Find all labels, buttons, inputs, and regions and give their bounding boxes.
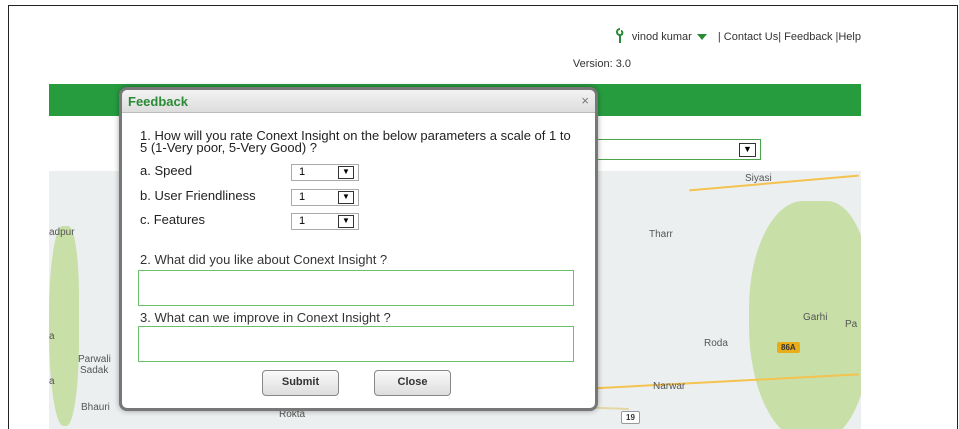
chevron-down-icon: [696, 34, 707, 41]
map-label: adpur: [49, 227, 75, 238]
separator: |: [717, 31, 721, 43]
location-select[interactable]: ▼: [585, 139, 761, 160]
map-label: Pa: [845, 319, 858, 330]
feedback-dialog: Feedback × 1. How will you rate Conext I…: [119, 87, 598, 411]
contact-us-link[interactable]: Contact Us|: [724, 31, 781, 43]
chevron-down-icon: ▼: [338, 166, 354, 179]
version-label: Version: 3.0: [572, 58, 631, 70]
map-label: Tharr: [649, 229, 673, 240]
map-label: Parwali: [78, 354, 111, 365]
browser-page: vinod kumar | Contact Us| Feedback |Help…: [8, 5, 958, 429]
close-icon[interactable]: ×: [581, 93, 589, 108]
map-label: Roda: [704, 338, 728, 349]
highway-shield: 19: [621, 411, 640, 424]
map-label: Narwar: [653, 381, 686, 392]
close-button[interactable]: Close: [374, 370, 451, 396]
chevron-down-icon: ▼: [739, 143, 756, 157]
map-label: Bhauri: [81, 402, 110, 413]
like-textarea[interactable]: [138, 270, 574, 306]
top-user-bar: vinod kumar | Contact Us| Feedback |Help: [615, 28, 861, 43]
question-1: 1. How will you rate Conext Insight on t…: [140, 128, 571, 155]
dialog-header: Feedback ×: [122, 90, 595, 113]
question-2: 2. What did you like about Conext Insigh…: [140, 252, 388, 267]
user-name: vinod kumar: [631, 31, 692, 43]
feedback-help-link[interactable]: Feedback |Help: [784, 31, 861, 43]
map-label: Garhi: [803, 312, 828, 323]
submit-button[interactable]: Submit: [262, 370, 339, 396]
map-label: a: [49, 331, 55, 342]
map-label: Siyasi: [745, 173, 772, 184]
user-menu[interactable]: vinod kumar: [632, 31, 715, 43]
user-icon: [615, 28, 624, 43]
map-label: a: [49, 376, 55, 387]
user-friendliness-select[interactable]: 1 ▼: [291, 189, 359, 206]
chevron-down-icon: ▼: [338, 191, 354, 204]
dialog-title: Feedback: [128, 94, 188, 109]
question-3: 3. What can we improve in Conext Insight…: [140, 310, 391, 325]
chevron-down-icon: ▼: [338, 215, 354, 228]
highway-shield: 86A: [777, 342, 800, 353]
row-label-features: c. Features: [140, 212, 206, 227]
row-label-speed: a. Speed: [140, 163, 193, 178]
improve-textarea[interactable]: [138, 326, 574, 362]
speed-select[interactable]: 1 ▼: [291, 164, 359, 181]
features-select[interactable]: 1 ▼: [291, 213, 359, 230]
map-label: Sadak: [80, 365, 109, 376]
row-label-user-friendliness: b. User Friendliness: [140, 188, 256, 203]
